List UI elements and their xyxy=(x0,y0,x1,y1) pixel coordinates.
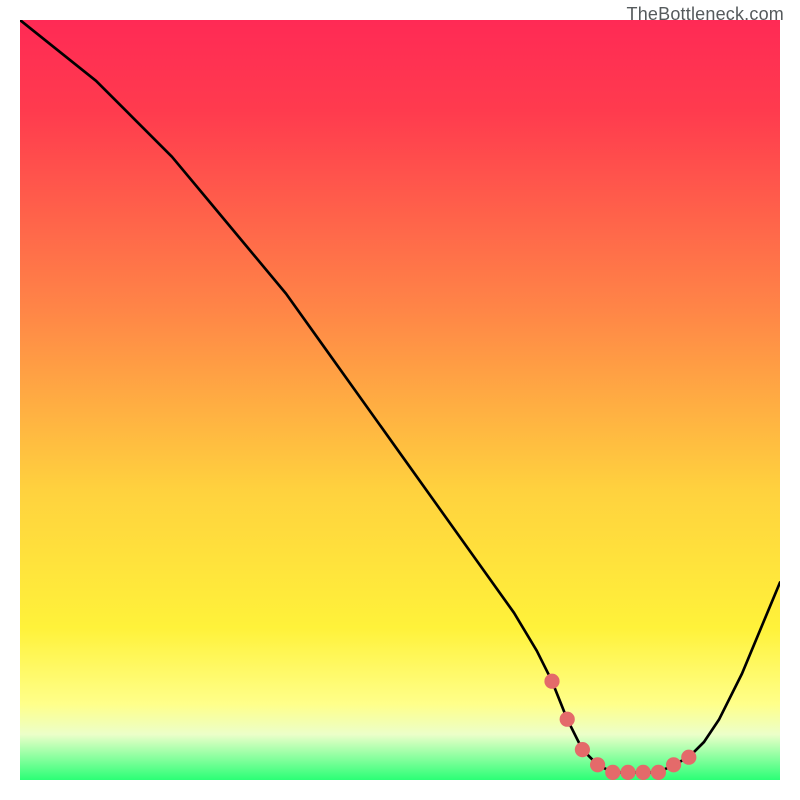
bottleneck-curve-path xyxy=(20,20,780,772)
optimal-marker xyxy=(681,750,696,765)
optimal-marker xyxy=(636,765,651,780)
optimal-marker xyxy=(666,757,681,772)
optimal-marker xyxy=(651,765,666,780)
optimal-marker xyxy=(560,712,575,727)
optimal-marker xyxy=(590,757,605,772)
bottleneck-chart: TheBottleneck.com xyxy=(0,0,800,800)
optimal-marker xyxy=(544,674,559,689)
optimal-marker xyxy=(575,742,590,757)
attribution-label: TheBottleneck.com xyxy=(627,4,784,25)
optimal-zone-markers xyxy=(544,674,696,780)
optimal-marker xyxy=(620,765,635,780)
curve-layer xyxy=(20,20,780,780)
optimal-marker xyxy=(605,765,620,780)
